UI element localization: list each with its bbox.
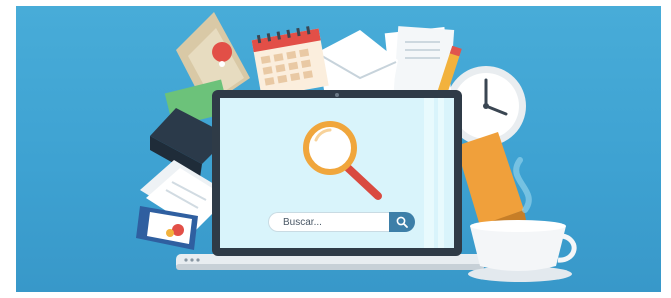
search-button[interactable]: [389, 212, 415, 232]
search-input[interactable]: Buscar...: [268, 212, 389, 232]
search-placeholder: Buscar...: [283, 216, 322, 228]
office-illustration: [136, 12, 577, 282]
illustration: Buscar...: [0, 0, 671, 298]
search-icon: [396, 216, 408, 228]
calendar-icon: [251, 26, 329, 98]
search-bar: Buscar...: [268, 212, 415, 232]
laptop-base: [176, 254, 484, 270]
